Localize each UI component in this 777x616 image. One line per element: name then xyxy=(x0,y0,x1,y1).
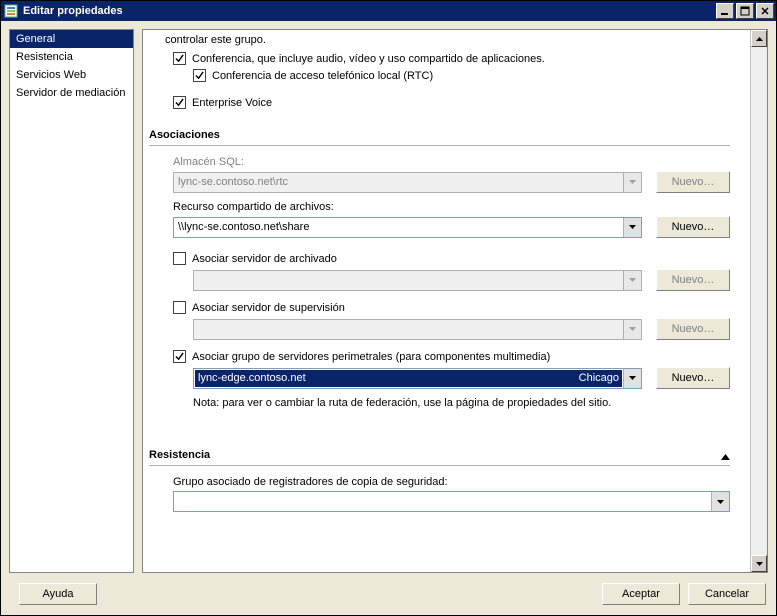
checkbox-monitor-label: Asociar servidor de supervisión xyxy=(192,302,345,314)
window: Editar propiedades General Resistencia S… xyxy=(0,0,777,616)
bottom-button-bar: Ayuda Aceptar Cancelar xyxy=(1,573,776,615)
checkbox-pstn-label: Conferencia de acceso telefónico local (… xyxy=(212,70,433,82)
checkbox-monitor-row[interactable]: Asociar servidor de supervisión xyxy=(173,301,730,314)
fileshare-new-button[interactable]: Nuevo… xyxy=(656,216,730,238)
chevron-down-icon[interactable] xyxy=(711,492,729,511)
section-asociaciones-header: Asociaciones xyxy=(149,129,730,143)
section-divider xyxy=(149,465,730,466)
truncated-text: controlar este grupo. xyxy=(165,34,730,46)
sidebar-item-servidor-mediacion[interactable]: Servidor de mediación xyxy=(10,84,133,102)
ok-button[interactable]: Aceptar xyxy=(602,583,680,605)
checkbox-archive-row[interactable]: Asociar servidor de archivado xyxy=(173,252,730,265)
window-title: Editar propiedades xyxy=(23,5,714,17)
fileshare-combo[interactable]: \\lync-se.contoso.net\share xyxy=(173,217,642,238)
archive-new-button: Nuevo… xyxy=(656,269,730,291)
sql-store-value: lync-se.contoso.net\rtc xyxy=(174,173,623,192)
scroll-track[interactable] xyxy=(751,47,767,555)
chevron-down-icon xyxy=(623,271,641,290)
edge-combo[interactable]: lync-edge.contoso.net Chicago xyxy=(193,368,642,389)
sql-new-button: Nuevo… xyxy=(656,171,730,193)
collapse-arrow-icon[interactable] xyxy=(721,451,730,463)
edge-value: lync-edge.contoso.net xyxy=(198,371,306,386)
checkbox-edge-label: Asociar grupo de servidores perimetrales… xyxy=(192,351,550,363)
minimize-button[interactable] xyxy=(716,3,734,19)
checkbox-conferencing[interactable] xyxy=(173,52,186,65)
chevron-down-icon xyxy=(623,320,641,339)
checkbox-edge[interactable] xyxy=(173,350,186,363)
section-resistencia-header: Resistencia xyxy=(149,449,730,463)
checkbox-conferencing-label: Conferencia, que incluye audio, vídeo y … xyxy=(192,53,545,65)
checkbox-edge-row[interactable]: Asociar grupo de servidores perimetrales… xyxy=(173,350,730,363)
sidebar-item-resistencia[interactable]: Resistencia xyxy=(10,48,133,66)
fileshare-value: \\lync-se.contoso.net\share xyxy=(174,218,623,237)
cancel-button[interactable]: Cancelar xyxy=(688,583,766,605)
backup-registrar-combo[interactable] xyxy=(173,491,730,512)
checkbox-pstn-row[interactable]: Conferencia de acceso telefónico local (… xyxy=(193,69,730,82)
archive-combo xyxy=(193,270,642,291)
checkbox-conferencing-row[interactable]: Conferencia, que incluye audio, vídeo y … xyxy=(173,52,730,65)
federation-note: Nota: para ver o cambiar la ruta de fede… xyxy=(193,397,730,409)
monitor-value xyxy=(194,320,623,339)
checkbox-monitor[interactable] xyxy=(173,301,186,314)
backup-registrar-value xyxy=(174,492,711,511)
edge-site: Chicago xyxy=(579,371,619,386)
chevron-down-icon xyxy=(623,173,641,192)
checkbox-archive[interactable] xyxy=(173,252,186,265)
help-button[interactable]: Ayuda xyxy=(19,583,97,605)
titlebar: Editar propiedades xyxy=(1,1,776,21)
sql-store-label: Almacén SQL: xyxy=(173,156,730,168)
checkbox-ev-row[interactable]: Enterprise Voice xyxy=(173,96,730,109)
sql-store-combo: lync-se.contoso.net\rtc xyxy=(173,172,642,193)
app-icon xyxy=(3,3,19,19)
checkbox-archive-label: Asociar servidor de archivado xyxy=(192,253,337,265)
monitor-new-button: Nuevo… xyxy=(656,318,730,340)
close-button[interactable] xyxy=(756,3,774,19)
checkbox-ev-label: Enterprise Voice xyxy=(192,97,272,109)
chevron-down-icon[interactable] xyxy=(623,369,641,388)
checkbox-pstn[interactable] xyxy=(193,69,206,82)
edge-new-button[interactable]: Nuevo… xyxy=(656,367,730,389)
scroll-down-button[interactable] xyxy=(751,555,767,572)
backup-registrar-label: Grupo asociado de registradores de copia… xyxy=(173,476,730,488)
monitor-combo xyxy=(193,319,642,340)
maximize-button[interactable] xyxy=(736,3,754,19)
sidebar-item-servicios-web[interactable]: Servicios Web xyxy=(10,66,133,84)
vertical-scrollbar[interactable] xyxy=(750,30,767,572)
sidebar: General Resistencia Servicios Web Servid… xyxy=(9,29,134,573)
fileshare-label: Recurso compartido de archivos: xyxy=(173,201,730,213)
sidebar-item-general[interactable]: General xyxy=(10,30,133,48)
chevron-down-icon[interactable] xyxy=(623,218,641,237)
client-area: General Resistencia Servicios Web Servid… xyxy=(1,21,776,615)
scroll-up-button[interactable] xyxy=(751,30,767,47)
checkbox-ev[interactable] xyxy=(173,96,186,109)
archive-value xyxy=(194,271,623,290)
section-divider xyxy=(149,145,730,146)
main-panel: controlar este grupo. Conferencia, que i… xyxy=(142,29,768,573)
